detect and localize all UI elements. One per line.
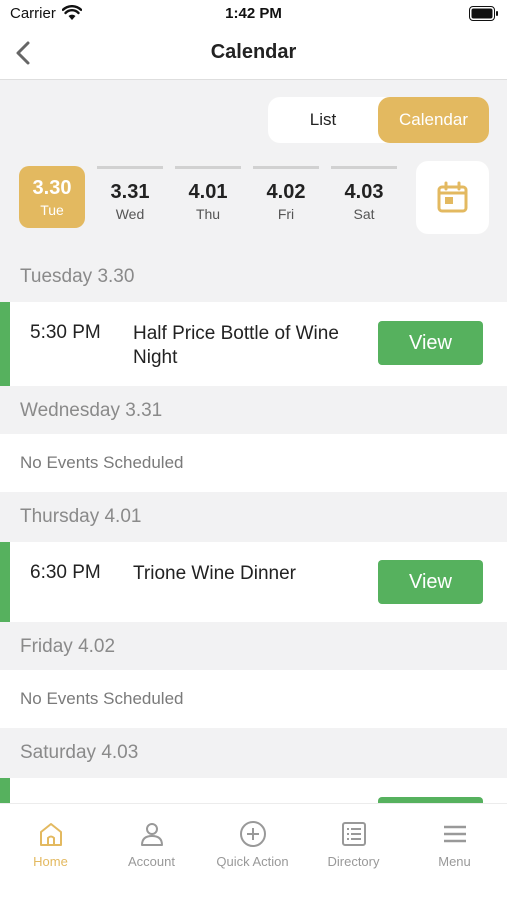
hamburger-icon: [444, 825, 466, 843]
day-tab-3-30[interactable]: 3.30 Tue: [19, 166, 85, 228]
day-strip: 3.30 Tue 3.31 Wed 4.01 Thu 4.02 Fri 4.03…: [19, 166, 399, 230]
calendar-view-button[interactable]: Calendar: [378, 97, 489, 143]
section-header: Friday 4.02: [0, 622, 507, 672]
tab-account[interactable]: Account: [101, 804, 202, 900]
day-date: 4.01: [188, 181, 228, 203]
section-header: Saturday 4.03: [0, 728, 507, 778]
day-weekday: Fri: [277, 206, 295, 222]
status-bar: Carrier 1:42 PM: [0, 0, 507, 28]
event-title: Trione Wine Dinner: [133, 563, 296, 584]
tab-menu[interactable]: Menu: [404, 804, 505, 900]
event-row: 6:30 PM Trione Wine Dinner View: [0, 542, 507, 622]
calendar-picker-button[interactable]: [416, 161, 489, 234]
day-tab-4-03[interactable]: 4.03 Sat: [331, 166, 397, 228]
tab-bar: Home Account Quick Action Directory Menu: [0, 803, 507, 900]
day-weekday: Tue: [40, 202, 64, 218]
section-header: Thursday 4.01: [0, 492, 507, 542]
tab-directory[interactable]: Directory: [303, 804, 404, 900]
nav-bar: Calendar: [0, 28, 507, 80]
view-event-button[interactable]: View: [378, 560, 483, 604]
view-event-button[interactable]: View: [378, 321, 483, 365]
event-accent-bar: [0, 302, 10, 386]
no-events-message: No Events Scheduled: [0, 670, 507, 728]
day-tab-4-02[interactable]: 4.02 Fri: [253, 166, 319, 228]
person-icon: [141, 823, 163, 846]
tab-label: Menu: [438, 854, 471, 869]
calendar-icon: [437, 181, 468, 213]
section-header: Tuesday 3.30: [0, 252, 507, 302]
day-date: 4.03: [344, 181, 384, 203]
day-weekday: Thu: [195, 206, 221, 222]
event-row: 5:30 PM Half Price Bottle of Wine Night …: [0, 302, 507, 386]
view-toggle: List Calendar: [268, 97, 489, 143]
page-title: Calendar: [210, 41, 297, 63]
event-time: 5:30 PM: [30, 322, 101, 343]
home-icon: [40, 823, 62, 846]
tab-label: Quick Action: [216, 854, 289, 869]
no-events-message: No Events Scheduled: [0, 434, 507, 492]
plus-circle-icon: [240, 821, 266, 847]
list-view-button[interactable]: List: [268, 97, 378, 143]
event-time: 6:30 PM: [30, 562, 101, 583]
tab-label: Home: [33, 854, 68, 869]
tab-label: Directory: [327, 854, 380, 869]
tab-quick-action[interactable]: Quick Action: [202, 804, 303, 900]
status-time: 1:42 PM: [225, 5, 282, 22]
tab-label: Account: [128, 854, 175, 869]
day-weekday: Wed: [115, 206, 145, 222]
day-date: 3.31: [110, 181, 150, 203]
day-tab-4-01[interactable]: 4.01 Thu: [175, 166, 241, 228]
event-title: Half Price Bottle of Wine Night: [133, 323, 339, 368]
battery-icon: [469, 6, 498, 21]
day-date: 4.02: [266, 181, 306, 203]
list-icon: [342, 822, 366, 846]
day-tab-3-31[interactable]: 3.31 Wed: [97, 166, 163, 228]
section-header: Wednesday 3.31: [0, 386, 507, 436]
tab-home[interactable]: Home: [0, 804, 101, 900]
day-weekday: Sat: [353, 206, 375, 222]
event-accent-bar: [0, 542, 10, 622]
day-date: 3.30: [32, 177, 72, 199]
